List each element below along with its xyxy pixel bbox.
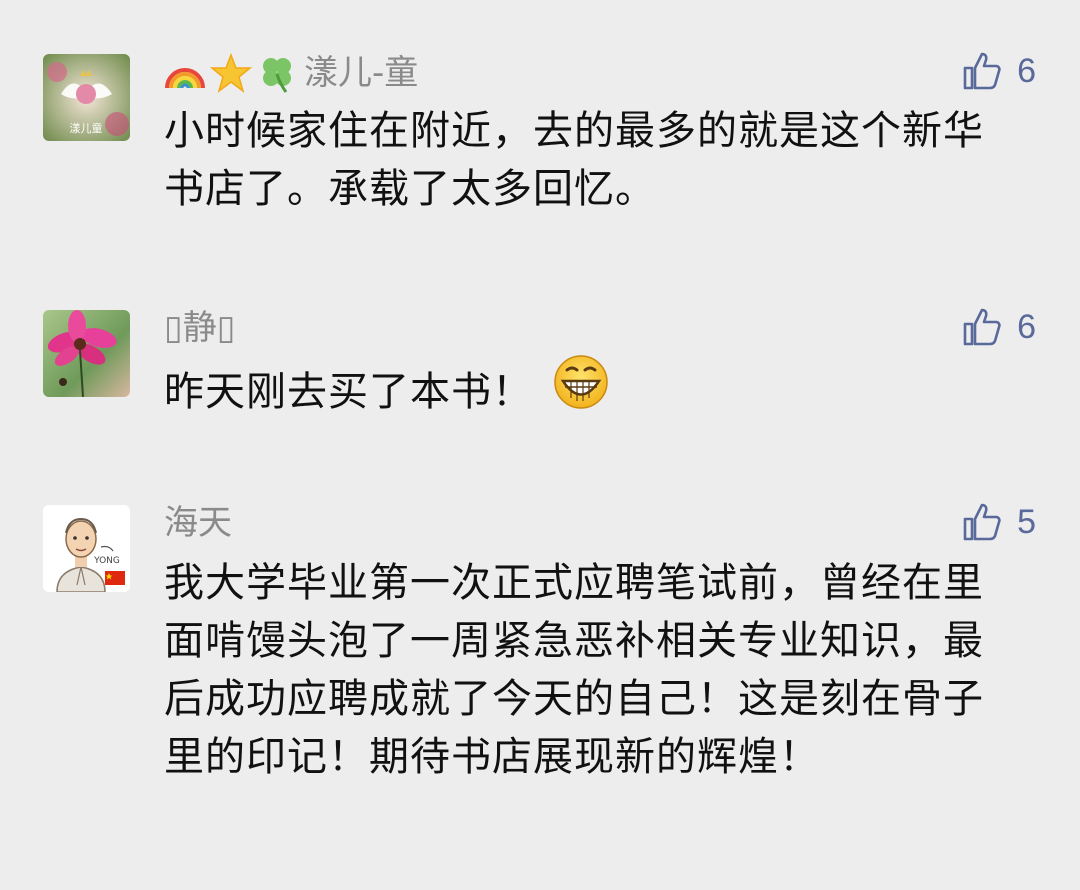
- thumbs-up-icon: [963, 308, 1001, 346]
- like-button[interactable]: 6: [961, 306, 1036, 348]
- svg-text:YONG: YONG: [93, 556, 120, 566]
- avatar[interactable]: 漾儿童: [43, 54, 130, 141]
- avatar[interactable]: YONG: [43, 505, 130, 592]
- commenter-name[interactable]: 海天: [164, 503, 232, 543]
- name-emojis: [164, 52, 298, 94]
- rainbow-icon: [165, 68, 205, 89]
- like-count: 6: [1017, 308, 1036, 346]
- like-count: 5: [1017, 503, 1036, 541]
- commenter-name[interactable]: ▯静▯: [164, 308, 235, 348]
- thumbs-up-icon: [963, 503, 1001, 541]
- like-button[interactable]: 6: [961, 50, 1036, 92]
- comment-text-row: 昨天刚去买了本书！: [164, 355, 1024, 430]
- comment-text: 小时候家住在附近，去的最多的就是这个新华书店了。承载了太多回忆。: [164, 108, 984, 212]
- glowing-star-icon: [210, 52, 252, 93]
- commenter-name[interactable]: 漾儿-童: [164, 52, 418, 94]
- avatar[interactable]: [43, 310, 130, 397]
- four-leaf-clover-icon: [263, 58, 291, 93]
- grinning-face-icon: [553, 354, 609, 426]
- comment-text: 我大学毕业第一次正式应聘笔试前，曾经在里面啃馒头泡了一周紧急恶补相关专业知识，最…: [164, 560, 984, 780]
- svg-text:漾儿童: 漾儿童: [70, 121, 103, 135]
- like-count: 6: [1017, 52, 1036, 90]
- thumbs-up-icon: [963, 52, 1001, 90]
- like-button[interactable]: 5: [961, 501, 1036, 543]
- comment-text: 昨天刚去买了本书！: [164, 369, 533, 415]
- commenter-name-text: 漾儿-童: [304, 53, 419, 93]
